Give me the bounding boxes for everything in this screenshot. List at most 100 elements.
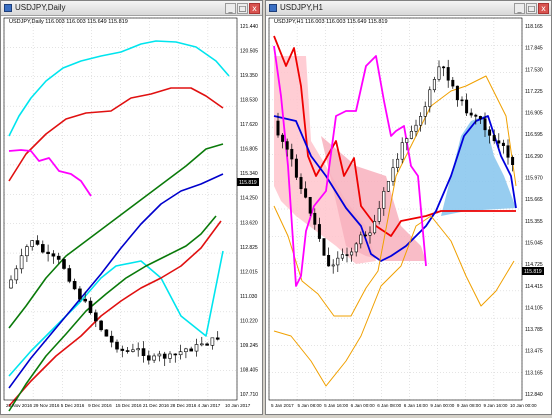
chart-window-h1[interactable]: USDJPY,H1 _ □ x 118.165 117.845 117.530 117… bbox=[265, 0, 552, 415]
candle bbox=[120, 345, 125, 358]
candle-body bbox=[373, 221, 377, 234]
candle-body bbox=[359, 234, 363, 245]
candle-body bbox=[19, 255, 24, 270]
bb-inner-upper bbox=[8, 143, 224, 329]
candle bbox=[9, 275, 13, 289]
candle-body bbox=[281, 134, 285, 142]
candle-body bbox=[497, 140, 501, 144]
bb-lower-2sigma bbox=[8, 250, 224, 377]
candle-body bbox=[152, 355, 156, 361]
y-tick-label: 107.710 bbox=[240, 392, 258, 398]
x-tick-label: 21 Dec 2016 bbox=[143, 403, 169, 408]
candle-body bbox=[104, 329, 109, 337]
candle bbox=[469, 108, 473, 118]
candle bbox=[460, 96, 464, 106]
chart-canvas[interactable]: 118.165 117.845 117.530 117.225 116.905 116.5… bbox=[266, 16, 551, 418]
candle-body bbox=[194, 344, 199, 352]
candle bbox=[331, 259, 335, 274]
bb-inner-lower bbox=[8, 215, 217, 412]
x-tick-label: 23 Nov 2016 bbox=[6, 403, 32, 408]
candle-body bbox=[405, 138, 409, 143]
candle bbox=[210, 337, 215, 350]
y-tick-label: 120.505 bbox=[240, 49, 258, 55]
window-title: USDJPY,Daily bbox=[15, 3, 66, 12]
candle-body bbox=[492, 135, 496, 142]
y-tick-label: 113.475 bbox=[525, 349, 543, 355]
maximize-button[interactable]: □ bbox=[237, 3, 248, 14]
candle bbox=[94, 309, 98, 328]
candle-body bbox=[345, 254, 349, 256]
y-tick-label: 112.825 bbox=[240, 245, 258, 251]
candle-body bbox=[354, 243, 358, 253]
close-button[interactable]: x bbox=[249, 3, 260, 14]
price-chart[interactable]: 118.165 117.845 117.530 117.225 116.905 116.5… bbox=[266, 16, 551, 414]
y-tick-label: 116.290 bbox=[525, 154, 543, 160]
candle-body bbox=[327, 254, 331, 267]
chart-window-icon bbox=[4, 4, 12, 12]
y-tick-label: 114.105 bbox=[525, 305, 543, 311]
y-tick-label: 114.415 bbox=[525, 284, 543, 290]
candle bbox=[432, 76, 436, 93]
candle-body bbox=[511, 157, 515, 165]
maximize-button[interactable]: □ bbox=[526, 3, 537, 14]
x-tick-label: 6 Jan 00:00 bbox=[351, 403, 375, 408]
candle bbox=[152, 353, 156, 364]
candle bbox=[109, 330, 114, 348]
candle bbox=[442, 65, 446, 77]
candle-body bbox=[386, 181, 390, 192]
candle bbox=[35, 235, 40, 246]
candle-body bbox=[501, 142, 505, 146]
x-tick-label: 5 Dec 2016 bbox=[61, 403, 85, 408]
candle bbox=[131, 343, 135, 353]
candle-body bbox=[455, 85, 459, 101]
minimize-button[interactable]: _ bbox=[514, 3, 525, 14]
x-tick-label: 5 Jan 08:00 bbox=[298, 403, 322, 408]
chart-legend: USDJPY,Daily 116.003 116.003 115.649 115… bbox=[9, 19, 128, 25]
minimize-button[interactable]: _ bbox=[225, 3, 236, 14]
x-tick-label: 29 Nov 2016 bbox=[33, 403, 59, 408]
candle-body bbox=[67, 268, 72, 282]
candle-body bbox=[62, 259, 66, 269]
chart-window-icon bbox=[269, 4, 277, 12]
candle bbox=[308, 196, 312, 217]
candle-body bbox=[125, 350, 130, 352]
candle bbox=[423, 101, 427, 125]
candle-body bbox=[382, 190, 386, 209]
candle-body bbox=[363, 234, 367, 237]
candle bbox=[322, 238, 326, 256]
x-tick-label: 6 Jan 08:00 bbox=[377, 403, 401, 408]
candle-body bbox=[478, 116, 482, 119]
candle-body bbox=[189, 348, 193, 352]
x-tick-label: 9 Dec 2016 bbox=[88, 403, 112, 408]
candle-body bbox=[205, 343, 209, 346]
candle-body bbox=[168, 353, 172, 359]
candle-body bbox=[115, 341, 119, 350]
candle bbox=[501, 139, 505, 154]
chart-canvas[interactable]: 121.440 120.505 119.350 118.530 117.620 116.8… bbox=[1, 16, 262, 418]
price-chart[interactable]: 121.440 120.505 119.350 118.530 117.620 116.8… bbox=[1, 16, 262, 414]
chart-window-daily[interactable]: USDJPY,Daily _ □ x 121.440 120.505 119.350… bbox=[0, 0, 263, 415]
candle bbox=[200, 336, 204, 347]
candle bbox=[40, 240, 45, 254]
candle bbox=[178, 344, 183, 360]
window-titlebar[interactable]: USDJPY,H1 _ □ x bbox=[266, 1, 551, 16]
candle bbox=[88, 297, 93, 315]
candle-body bbox=[210, 337, 215, 346]
candle bbox=[189, 346, 193, 352]
y-tick-label: 117.530 bbox=[525, 67, 543, 73]
candle-body bbox=[377, 208, 381, 222]
candle-body bbox=[322, 238, 326, 256]
candle-body bbox=[483, 118, 487, 131]
candle-body bbox=[14, 268, 19, 281]
candle-body bbox=[136, 348, 140, 351]
candle-body bbox=[120, 348, 125, 351]
y-tick-label: 117.225 bbox=[525, 89, 543, 95]
candle bbox=[455, 85, 459, 107]
candle bbox=[173, 353, 178, 363]
close-button[interactable]: x bbox=[538, 3, 549, 14]
candle-body bbox=[30, 240, 35, 247]
window-titlebar[interactable]: USDJPY,Daily _ □ x bbox=[1, 1, 262, 16]
x-tick-label: 9 Jan 00:00 bbox=[430, 403, 454, 408]
candle bbox=[147, 350, 151, 365]
candle-body bbox=[423, 106, 427, 117]
